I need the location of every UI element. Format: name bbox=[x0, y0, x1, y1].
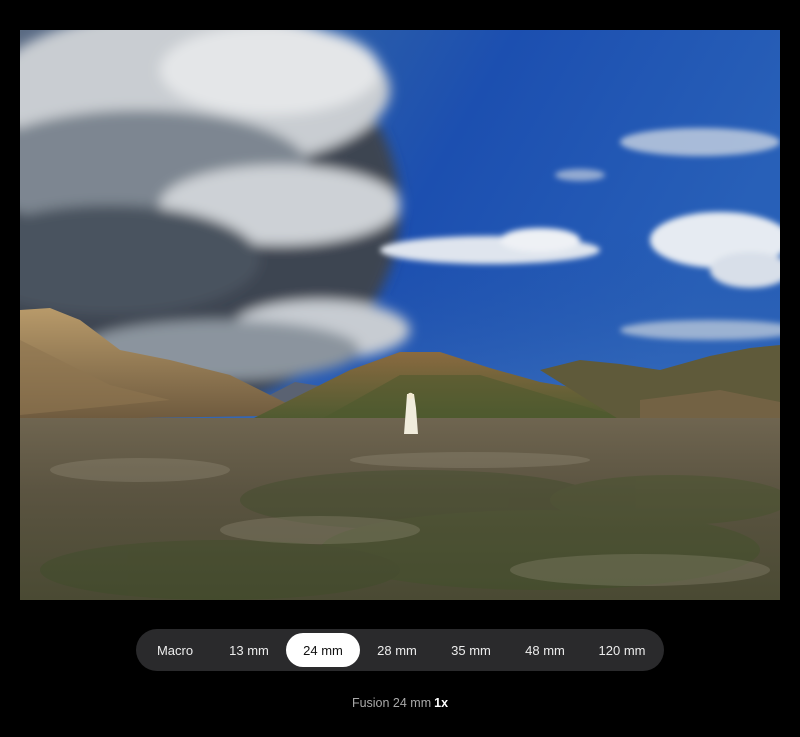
photo-preview bbox=[20, 30, 780, 600]
lens-selector: Macro 13 mm 24 mm 28 mm 35 mm 48 mm 120 … bbox=[136, 629, 664, 671]
zoom-level: 1x bbox=[434, 696, 449, 710]
lens-option-120mm[interactable]: 120 mm bbox=[582, 633, 662, 667]
lens-option-35mm[interactable]: 35 mm bbox=[434, 633, 508, 667]
camera-comparison-screen: Macro 13 mm 24 mm 28 mm 35 mm 48 mm 120 … bbox=[0, 0, 800, 737]
lens-option-24mm-selected[interactable]: 24 mm bbox=[286, 633, 360, 667]
lens-caption: Fusion 24 mm 1x bbox=[0, 696, 800, 710]
lens-option-28mm[interactable]: 28 mm bbox=[360, 633, 434, 667]
lens-option-macro[interactable]: Macro bbox=[138, 633, 212, 667]
lens-caption-text: Fusion 24 mm bbox=[351, 696, 432, 710]
lens-option-48mm[interactable]: 48 mm bbox=[508, 633, 582, 667]
lens-option-13mm[interactable]: 13 mm bbox=[212, 633, 286, 667]
